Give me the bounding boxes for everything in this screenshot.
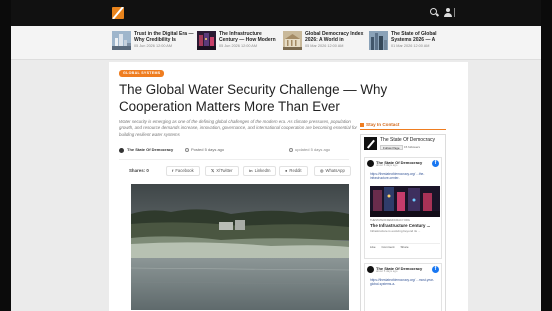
article-card: GLOBAL SYSTEMS The Global Water Security… — [109, 62, 468, 311]
share-twitter-button[interactable]: 𝕏 X/Twitter — [205, 166, 239, 176]
share-whatsapp-button[interactable]: ◎ WhatsApp — [314, 166, 351, 176]
right-margin — [541, 0, 552, 311]
post-actions: Like Comment Share — [370, 243, 440, 249]
share-button[interactable]: Share — [401, 244, 409, 249]
article-title: The Global Water Security Challenge — Wh… — [119, 82, 388, 114]
share-facebook-button[interactable]: f Facebook — [166, 166, 200, 176]
page-logo-icon[interactable] — [364, 137, 377, 150]
share-button-label: LinkedIn — [254, 168, 271, 173]
posted-time: Posted 5 days ago — [191, 147, 225, 152]
facebook-icon: f — [432, 266, 439, 273]
trending-date: 05 Jun 2026 12:00 AM — [134, 44, 172, 48]
clock-icon — [185, 148, 189, 152]
sidebar: Stay In Contact The State Of Democracy F… — [360, 121, 446, 311]
share-button-label: X/Twitter — [216, 168, 233, 173]
divider — [119, 159, 349, 160]
heading-label: Stay In Contact — [366, 122, 400, 127]
trending-thumbnail — [112, 31, 131, 50]
updated-time: updated 5 days ago — [289, 146, 331, 154]
trending-thumbnail — [197, 31, 216, 50]
trending-date: 01 Mar 2026 12:00 AM — [391, 44, 430, 48]
stay-in-contact-heading: Stay In Contact — [360, 121, 446, 130]
like-button[interactable]: Like — [370, 244, 376, 249]
page-frame: Trust in the Digital Era — Why Credibili… — [11, 0, 541, 311]
facebook-page-widget: The State Of Democracy Follow Page 15 fo… — [360, 134, 446, 311]
post-avatar[interactable] — [367, 266, 374, 273]
fb-post: The State Of Democracy about 5 days ago … — [364, 263, 442, 311]
topbar-divider — [454, 8, 455, 17]
post-link-description: Infrastructure is evolving beyond its ..… — [370, 229, 421, 233]
article-excerpt: Water security is emerging as one of the… — [119, 119, 357, 137]
x-icon: 𝕏 — [211, 168, 215, 173]
comment-button[interactable]: Comment — [382, 244, 395, 249]
facebook-icon: f — [432, 160, 439, 167]
fb-page-header: The State Of Democracy Follow Page 15 fo… — [364, 137, 442, 152]
trending-title[interactable]: Trust in the Digital Era — Why Credibili… — [134, 31, 194, 43]
fb-post: The State Of Democracy about 5 days ago … — [364, 157, 442, 259]
followers-count: 15 followers — [404, 145, 421, 149]
trending-date: 05 Mar 2026 12:00 AM — [305, 44, 344, 48]
reddit-icon: ● — [285, 168, 288, 173]
post-time[interactable]: about 5 days ago — [376, 270, 397, 273]
author-avatar — [119, 147, 124, 153]
trending-item[interactable]: Trust in the Digital Era — Why Credibili… — [112, 31, 194, 53]
top-navigation-bar — [11, 0, 541, 26]
share-reddit-button[interactable]: ● Reddit — [279, 166, 308, 176]
post-link[interactable]: https://thestateofdemocracy.org/ ...the-… — [370, 172, 440, 180]
whatsapp-icon: ◎ — [320, 168, 324, 173]
follow-page-button[interactable]: Follow Page — [380, 145, 403, 150]
trending-item[interactable]: The Infrastructure Century — How Modern … — [197, 31, 279, 53]
article-hero-image — [131, 184, 349, 310]
fb-page-name[interactable]: The State Of Democracy — [380, 137, 435, 143]
post-link-title[interactable]: The Infrastructure Century ... — [370, 223, 430, 228]
linkedin-icon: in — [249, 168, 253, 173]
post-avatar[interactable] — [367, 160, 374, 167]
trending-thumbnail — [283, 31, 302, 50]
updated-label: updated 5 days ago — [295, 147, 331, 152]
share-button-label: Reddit — [289, 168, 302, 173]
trending-item[interactable]: The State of Global Systems 2026 — A 01 … — [369, 31, 451, 53]
share-button-label: WhatsApp — [325, 168, 345, 173]
category-badge[interactable]: GLOBAL SYSTEMS — [119, 70, 165, 77]
trending-item[interactable]: Global Democracy Index 2026: A World in … — [283, 31, 365, 53]
trending-date: 05 Jun 2026 12:00 AM — [219, 44, 257, 48]
shares-count: Shares: 0 — [129, 168, 149, 173]
trending-strip: Trust in the Digital Era — Why Credibili… — [11, 26, 541, 60]
trending-title[interactable]: The State of Global Systems 2026 — A — [391, 31, 451, 43]
trending-title[interactable]: Global Democracy Index 2026: A World in — [305, 31, 365, 43]
post-time[interactable]: about 5 days ago — [376, 164, 397, 167]
post-link[interactable]: https://thestateofdemocracy.org/ ...most… — [370, 278, 440, 286]
left-margin — [0, 0, 11, 311]
clock-icon — [289, 148, 293, 152]
facebook-icon: f — [172, 168, 174, 173]
search-icon[interactable] — [430, 8, 439, 17]
pencil-logo-icon[interactable] — [112, 7, 124, 19]
share-linkedin-button[interactable]: in LinkedIn — [243, 166, 277, 176]
trending-thumbnail — [369, 31, 388, 50]
post-link-image[interactable] — [370, 186, 440, 217]
share-button-label: Facebook — [175, 168, 194, 173]
trending-title[interactable]: The Infrastructure Century — How Modern — [219, 31, 279, 43]
author-name[interactable]: The State Of Democracy — [127, 146, 173, 154]
post-link-domain: THESTATEOFDEMOCRACY.ORG — [370, 219, 410, 222]
user-icon[interactable] — [444, 8, 452, 17]
